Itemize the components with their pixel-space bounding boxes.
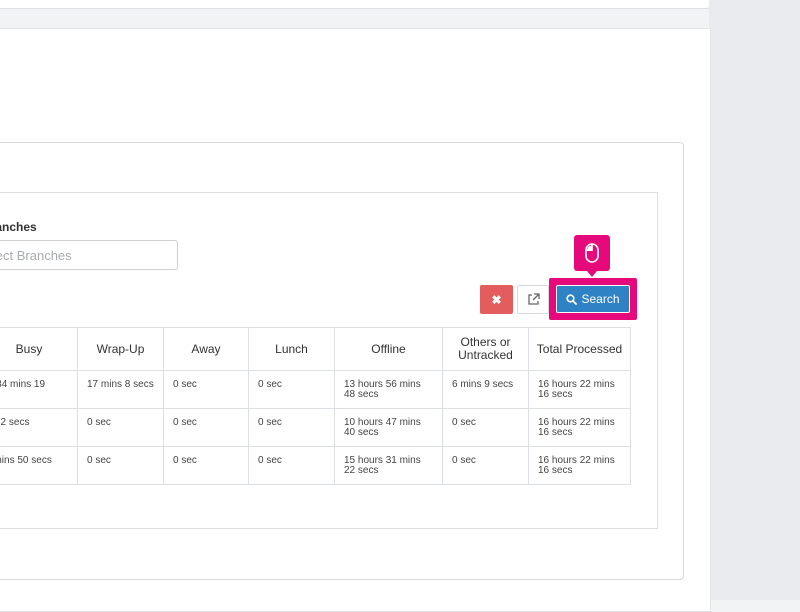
lunch-cell: 0 sec — [248, 446, 335, 485]
lunch-cell: 0 sec — [248, 408, 335, 447]
away-cell: 0 sec — [163, 370, 249, 409]
column-header-offline[interactable]: Offline — [334, 327, 443, 371]
wrap-up-cell: 0 sec — [77, 408, 164, 447]
table-row: 52 secs 0 sec 0 sec 0 sec 10 hours 47 mi… — [0, 408, 631, 447]
mouse-icon — [585, 243, 599, 263]
close-icon: ✖ — [491, 292, 502, 307]
busy-cell: 52 secs — [0, 408, 78, 447]
wrap-up-cell: 17 mins 8 secs — [77, 370, 164, 409]
busy-value: 1 hour 4 mins 50 secs — [0, 455, 52, 466]
export-button[interactable] — [517, 285, 549, 314]
away-cell: 0 sec — [163, 408, 249, 447]
busy-value: 52 secs — [0, 417, 30, 428]
agent-status-table: Busy Wrap-Up Away Lunch Offline Others o… — [0, 327, 631, 485]
column-header-wrap-up[interactable]: Wrap-Up — [77, 327, 164, 371]
offline-cell: 10 hours 47 mins 40 secs — [334, 408, 443, 447]
busy-cell: 1 hour 4 mins 50 secs — [0, 446, 78, 485]
branches-select[interactable] — [0, 240, 178, 270]
external-link-icon — [527, 293, 540, 305]
lunch-cell: 0 sec — [248, 370, 335, 409]
others-cell: 0 sec — [442, 408, 529, 447]
page-gutter — [709, 0, 800, 600]
offline-cell: 15 hours 31 mins 22 secs — [334, 446, 443, 485]
top-card — [0, 0, 711, 9]
total-processed-cell: 16 hours 22 mins 16 secs — [528, 408, 631, 447]
table-header-row: Busy Wrap-Up Away Lunch Offline Others o… — [0, 327, 631, 371]
column-header-busy[interactable]: Busy — [0, 327, 78, 371]
others-cell: 0 sec — [442, 446, 529, 485]
search-button-label: Search — [581, 292, 620, 306]
busy-value: 1 hour 34 mins 19 — [0, 379, 46, 390]
search-icon — [566, 293, 578, 305]
away-cell: 0 sec — [163, 446, 249, 485]
column-header-total-processed[interactable]: Total Processed — [528, 327, 631, 371]
others-cell: 6 mins 9 secs — [442, 370, 529, 409]
table-row: 1 hour 34 mins 19 17 mins 8 secs 0 sec 0… — [0, 370, 631, 409]
column-header-others[interactable]: Others or Untracked — [442, 327, 529, 371]
wrap-up-cell: 0 sec — [77, 446, 164, 485]
column-header-away[interactable]: Away — [163, 327, 249, 371]
branches-label: Branches — [0, 220, 37, 234]
total-processed-cell: 16 hours 22 mins 16 secs — [528, 370, 631, 409]
total-processed-cell: 16 hours 22 mins 16 secs — [528, 446, 631, 485]
busy-cell: 1 hour 34 mins 19 — [0, 370, 78, 409]
click-indicator — [574, 235, 610, 277]
search-button[interactable]: Search — [556, 285, 630, 313]
column-header-lunch[interactable]: Lunch — [248, 327, 335, 371]
offline-cell: 13 hours 56 mins 48 secs — [334, 370, 443, 409]
table-row: 1 hour 4 mins 50 secs 0 sec 0 sec 0 sec … — [0, 446, 631, 485]
clear-button[interactable]: ✖ — [480, 285, 513, 314]
